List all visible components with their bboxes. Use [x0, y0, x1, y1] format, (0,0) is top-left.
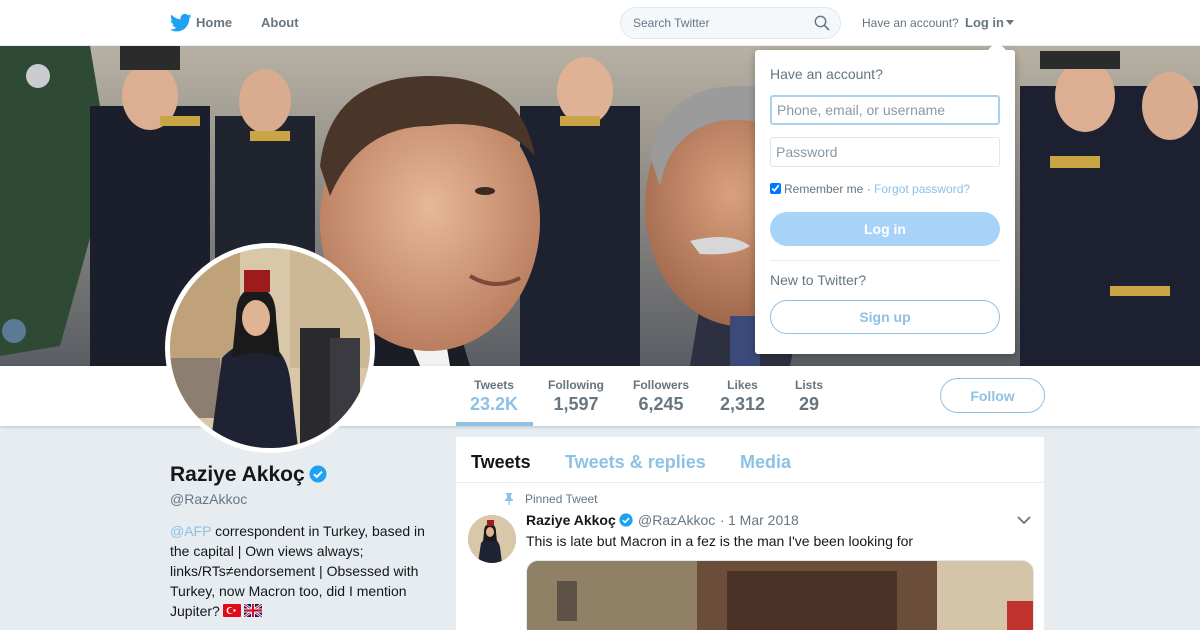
remember-me-row: Remember me · Forgot password?	[770, 182, 970, 196]
bio-mention-link[interactable]: @AFP	[170, 523, 211, 539]
tweet-author-avatar[interactable]	[468, 515, 516, 563]
search-input[interactable]	[621, 8, 801, 38]
search-icon[interactable]	[814, 15, 830, 31]
stat-likes-value: 2,312	[720, 394, 766, 414]
new-to-twitter-text: New to Twitter?	[770, 272, 867, 288]
tweet-author-name[interactable]: Raziye Akkoç	[526, 512, 633, 528]
login-dropdown-title: Have an account?	[770, 66, 883, 82]
uk-flag-icon	[243, 604, 262, 617]
stat-followers[interactable]: Followers 6,245	[633, 378, 689, 415]
tweet-date[interactable]: 1 Mar 2018	[728, 512, 799, 528]
stat-lists-label: Lists	[795, 378, 824, 392]
verified-badge-icon	[619, 513, 633, 527]
login-link-label: Log in	[965, 15, 1004, 30]
dropdown-divider	[770, 260, 1000, 261]
tweet-media-image[interactable]	[526, 560, 1034, 630]
stat-tweets[interactable]: Tweets 23.2K	[470, 378, 518, 415]
follow-button[interactable]: Follow	[940, 378, 1045, 413]
profile-name-text: Raziye Akkoç	[170, 463, 305, 486]
nav-home-link[interactable]: Home	[196, 15, 232, 30]
timeline-tabs: Tweets Tweets & replies Media	[456, 437, 1044, 483]
login-button[interactable]: Log in	[770, 212, 1000, 246]
pin-icon	[505, 493, 513, 505]
nav-about-link[interactable]: About	[261, 15, 299, 30]
turkey-flag-icon	[222, 604, 241, 617]
stat-followers-label: Followers	[633, 378, 690, 392]
stat-following-value: 1,597	[553, 394, 599, 414]
stat-likes[interactable]: Likes 2,312	[720, 378, 765, 415]
stat-following-label: Following	[548, 378, 604, 392]
pinned-tweet-label: Pinned Tweet	[525, 492, 598, 506]
have-account-text: Have an account?	[862, 16, 959, 30]
stat-lists-value: 29	[798, 394, 820, 414]
top-navigation-bar: Home About Have an account? Log in	[0, 0, 1200, 46]
active-stat-underline	[456, 422, 533, 426]
stat-following[interactable]: Following 1,597	[548, 378, 604, 415]
profile-avatar[interactable]	[165, 243, 375, 453]
caret-down-icon	[1006, 20, 1014, 25]
stat-followers-value: 6,245	[638, 394, 684, 414]
username-field[interactable]	[770, 95, 1000, 125]
profile-bio: @AFP correspondent in Turkey, based in t…	[170, 521, 440, 621]
stat-likes-label: Likes	[727, 378, 758, 392]
tweet-author-name-text: Raziye Akkoç	[526, 512, 616, 528]
tweet-author-handle[interactable]: @RazAkkoc	[638, 512, 715, 528]
tweet-text: This is late but Macron in a fez is the …	[526, 533, 914, 549]
twitter-bird-icon[interactable]	[170, 13, 192, 33]
login-dropdown-toggle[interactable]: Log in	[965, 15, 1014, 30]
verified-badge-icon	[309, 465, 327, 483]
tweet-separator: ·	[720, 512, 725, 528]
password-field[interactable]	[770, 137, 1000, 167]
tab-tweets[interactable]: Tweets	[471, 452, 531, 473]
remember-me-label[interactable]: Remember me	[784, 182, 863, 196]
tab-tweets-replies[interactable]: Tweets & replies	[565, 452, 706, 473]
timeline: Tweets Tweets & replies Media Pinned Twe…	[456, 437, 1044, 630]
stat-tweets-value: 23.2K	[470, 394, 519, 414]
chevron-down-icon[interactable]	[1017, 515, 1031, 525]
profile-handle[interactable]: @RazAkkoc	[170, 491, 247, 507]
stat-tweets-label: Tweets	[474, 378, 514, 392]
remember-separator: ·	[863, 182, 875, 196]
profile-name: Raziye Akkoç	[170, 463, 327, 487]
login-dropdown: Have an account? Remember me · Forgot pa…	[755, 50, 1015, 354]
tab-media[interactable]: Media	[740, 452, 791, 473]
stat-lists[interactable]: Lists 29	[795, 378, 823, 415]
signup-button[interactable]: Sign up	[770, 300, 1000, 334]
search-box[interactable]	[620, 7, 841, 39]
dropdown-arrow	[988, 41, 1006, 50]
remember-me-checkbox[interactable]	[770, 183, 781, 194]
forgot-password-link[interactable]: Forgot password?	[874, 182, 970, 196]
